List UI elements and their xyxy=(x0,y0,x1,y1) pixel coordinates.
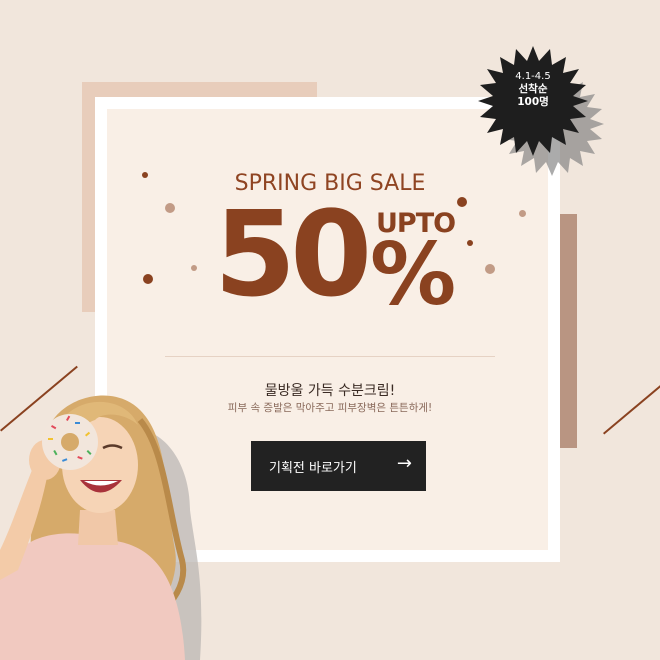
event-page-button-label: 기획전 바로가기 xyxy=(269,461,357,476)
decorative-dot xyxy=(485,264,495,274)
decorative-dot xyxy=(519,210,526,217)
model-photo xyxy=(0,395,202,660)
badge-text: 4.1-4.5 선착순 100명 xyxy=(478,70,588,109)
badge-line3: 100명 xyxy=(517,96,549,108)
decorative-dot xyxy=(165,203,175,213)
decorative-dot xyxy=(143,274,153,284)
discount-number: 50 xyxy=(214,185,372,323)
decorative-dot xyxy=(191,265,197,271)
arrow-right-icon: → xyxy=(396,453,412,474)
badge-line2: 선착순 xyxy=(518,83,548,95)
decorative-dot xyxy=(457,197,467,207)
decorative-dot xyxy=(467,240,473,246)
badge-dates: 4.1-4.5 xyxy=(515,71,551,82)
divider xyxy=(165,356,495,357)
percent-sign: % xyxy=(370,225,457,325)
event-page-button[interactable]: 기획전 바로가기 → xyxy=(251,441,426,491)
promo-banner: SPRING BIG SALE 50 UPTO % 물방울 가득 수분크림! 피… xyxy=(0,0,660,660)
